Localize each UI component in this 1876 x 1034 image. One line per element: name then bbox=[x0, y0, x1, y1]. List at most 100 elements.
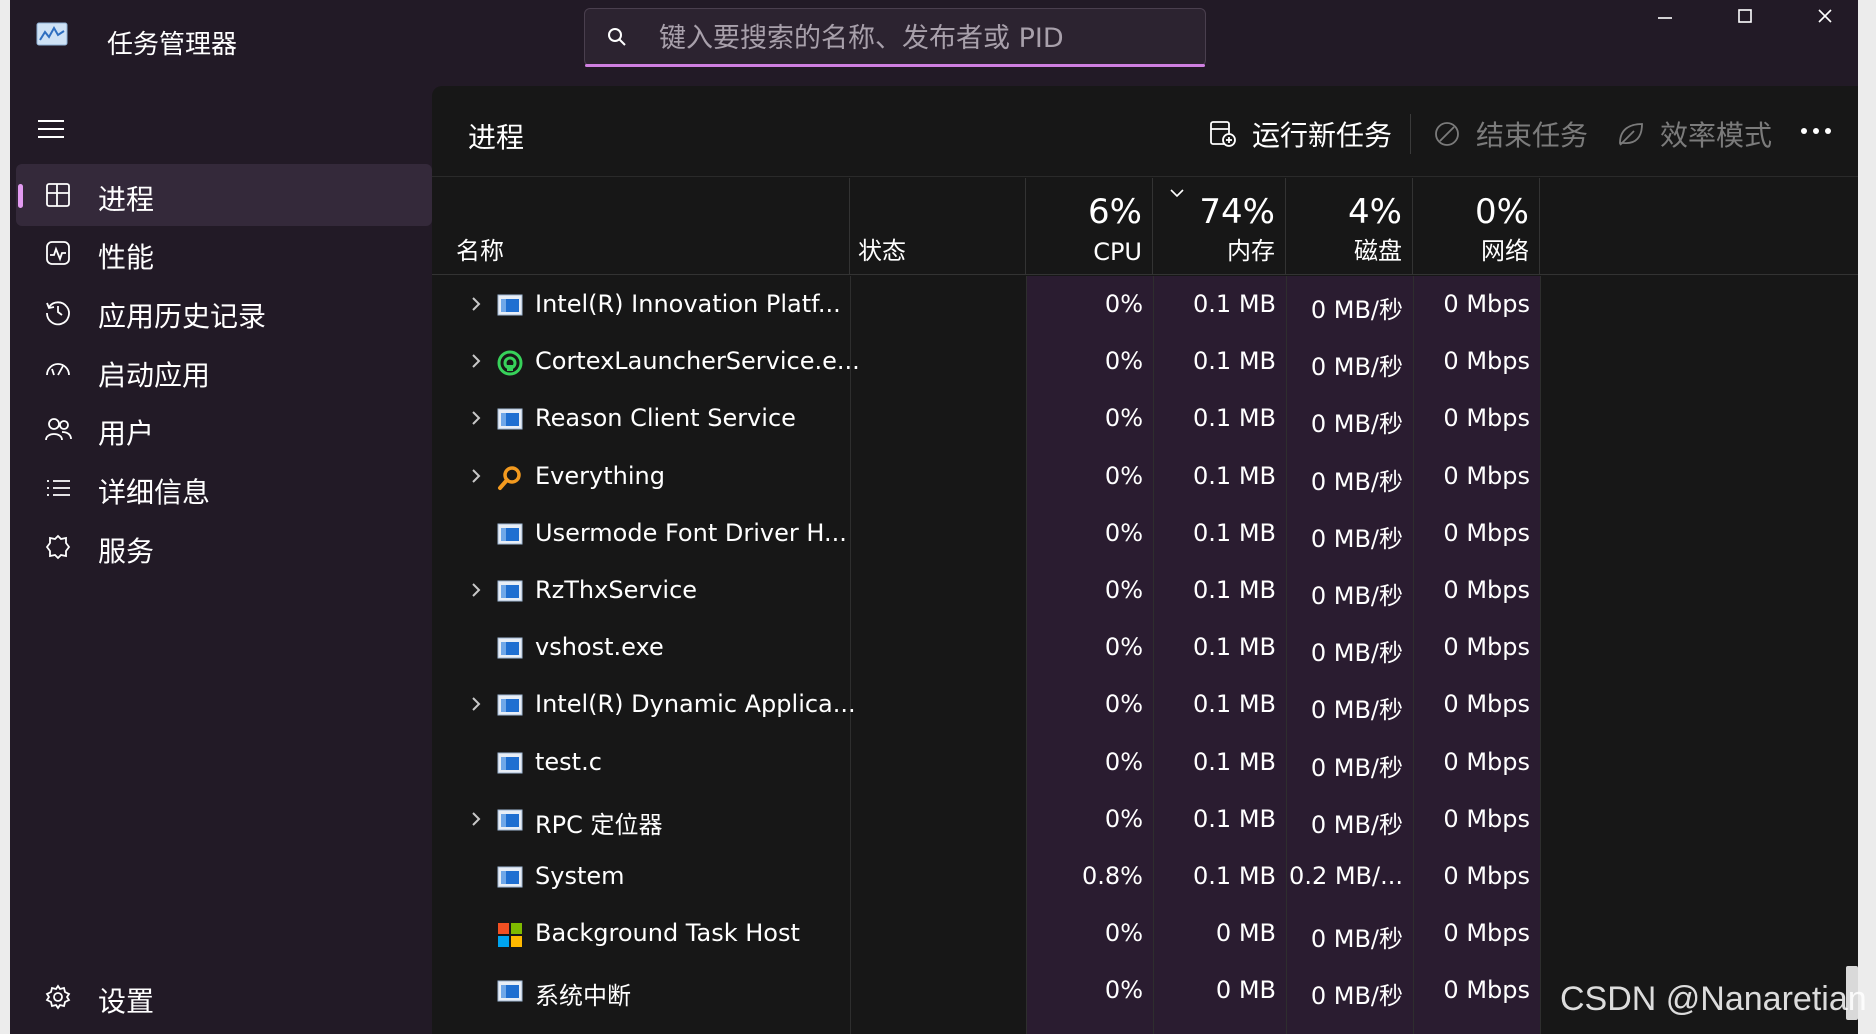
sidebar-item-label: 进程 bbox=[98, 183, 155, 216]
process-network: 0 Mbps bbox=[1443, 347, 1530, 376]
sidebar-item-details[interactable]: 详细信息 bbox=[16, 457, 432, 519]
service-icon bbox=[497, 579, 523, 603]
process-memory: 0.1 MB bbox=[1193, 347, 1276, 376]
process-row[interactable]: Usermode Font Driver H... 0% 0.1 MB 0 MB/秒 0… bbox=[432, 505, 1858, 562]
minimize-button[interactable] bbox=[1625, 0, 1705, 36]
process-row[interactable]: System 0.8% 0.1 MB 0.2 MB/... 0 Mbps bbox=[432, 848, 1858, 905]
startup-icon bbox=[44, 357, 72, 385]
process-name: Reason Client Service bbox=[535, 404, 796, 433]
services-icon bbox=[44, 533, 72, 561]
process-cpu: 0% bbox=[1104, 576, 1143, 604]
task-manager-app-icon bbox=[36, 22, 68, 48]
cpu-label: CPU bbox=[1093, 238, 1142, 266]
hamburger-menu-button[interactable] bbox=[36, 114, 66, 144]
settings-label: 设置 bbox=[98, 985, 155, 1018]
main-panel: 进程 运行新任务 结束任务 效率模式 名称 状态 6% CPU 74% 内存 4… bbox=[432, 86, 1858, 1034]
disk-total-percent: 4% bbox=[1348, 192, 1402, 232]
expand-chevron-icon[interactable] bbox=[468, 466, 484, 486]
process-memory: 0.1 MB bbox=[1193, 690, 1276, 719]
process-network: 0 Mbps bbox=[1443, 862, 1530, 890]
sort-descending-icon bbox=[1170, 189, 1184, 198]
active-indicator bbox=[18, 184, 23, 208]
maximize-icon bbox=[1738, 9, 1752, 23]
settings-button[interactable]: 设置 bbox=[16, 966, 432, 1028]
expand-chevron-icon[interactable] bbox=[468, 408, 484, 428]
process-row[interactable]: test.c 0% 0.1 MB 0 MB/秒 0 Mbps bbox=[432, 734, 1858, 791]
sidebar-item-app-history[interactable]: 应用历史记录 bbox=[16, 281, 432, 343]
expand-chevron-icon[interactable] bbox=[468, 580, 484, 600]
process-disk: 0 MB/秒 bbox=[1310, 353, 1403, 382]
process-network: 0 Mbps bbox=[1443, 919, 1530, 948]
hamburger-icon bbox=[38, 120, 64, 138]
column-header-memory[interactable]: 74% 内存 bbox=[1153, 178, 1286, 274]
sidebar-item-processes[interactable]: 进程 bbox=[16, 164, 432, 226]
process-row[interactable]: Reason Client Service 0% 0.1 MB 0 MB/秒 0 Mbp… bbox=[432, 390, 1858, 447]
sidebar-item-services[interactable]: 服务 bbox=[16, 516, 432, 578]
process-row[interactable]: RPC 定位器 0% 0.1 MB 0 MB/秒 0 Mbps bbox=[432, 791, 1858, 848]
process-disk: 0 MB/秒 bbox=[1310, 410, 1403, 439]
process-name: RzThxService bbox=[535, 576, 698, 604]
search-input[interactable] bbox=[657, 17, 1181, 59]
process-disk: 0.2 MB/... bbox=[1289, 862, 1403, 890]
windows-logo-icon bbox=[497, 922, 523, 948]
process-row[interactable]: CortexLauncherService.e... 0% 0.1 MB 0 MB/秒… bbox=[432, 333, 1858, 390]
process-row[interactable]: RzThxService 0% 0.1 MB 0 MB/秒 0 Mbps bbox=[432, 562, 1858, 619]
column-name-label: 名称 bbox=[456, 237, 504, 265]
column-header-cpu[interactable]: 6% CPU bbox=[1026, 178, 1153, 274]
close-button[interactable] bbox=[1785, 0, 1858, 34]
run-new-task-button[interactable]: 运行新任务 bbox=[1208, 114, 1392, 154]
column-header-name[interactable]: 名称 bbox=[432, 178, 850, 274]
magnifier-icon bbox=[497, 465, 523, 490]
end-task-label: 结束任务 bbox=[1476, 119, 1589, 152]
process-row[interactable]: Intel(R) Dynamic Applica... 0% 0.1 MB 0 MB/… bbox=[432, 676, 1858, 733]
service-icon bbox=[497, 751, 523, 775]
efficiency-mode-button[interactable]: 效率模式 bbox=[1616, 114, 1772, 154]
process-memory: 0.1 MB bbox=[1193, 461, 1276, 490]
process-row[interactable]: Everything 0% 0.1 MB 0 MB/秒 0 Mbps bbox=[432, 448, 1858, 505]
sidebar-item-performance[interactable]: 性能 bbox=[16, 222, 432, 284]
minimize-icon bbox=[1658, 17, 1672, 19]
maximize-button[interactable] bbox=[1705, 0, 1785, 34]
process-name: vshost.exe bbox=[535, 633, 664, 662]
run-new-task-label: 运行新任务 bbox=[1252, 119, 1393, 152]
process-name: System bbox=[535, 862, 625, 890]
process-memory: 0 MB bbox=[1215, 976, 1276, 1005]
process-row[interactable]: vshost.exe 0% 0.1 MB 0 MB/秒 0 Mbps bbox=[432, 619, 1858, 676]
expand-chevron-icon[interactable] bbox=[468, 294, 484, 314]
expand-chevron-icon[interactable] bbox=[468, 351, 484, 371]
process-disk: 0 MB/秒 bbox=[1310, 696, 1403, 725]
process-cpu: 0% bbox=[1104, 290, 1143, 318]
end-task-button[interactable]: 结束任务 bbox=[1432, 114, 1588, 154]
service-icon bbox=[497, 636, 523, 660]
column-header-status[interactable]: 状态 bbox=[850, 178, 1026, 274]
table-header: 名称 状态 6% CPU 74% 内存 4% 磁盘 0% 网络 bbox=[432, 178, 1858, 275]
sidebar-item-users[interactable]: 用户 bbox=[16, 398, 432, 460]
service-icon bbox=[497, 693, 523, 717]
process-name: 系统中断 bbox=[535, 982, 631, 1011]
process-cpu: 0% bbox=[1104, 747, 1143, 776]
process-cpu: 0% bbox=[1104, 919, 1143, 948]
process-network: 0 Mbps bbox=[1443, 690, 1530, 719]
process-row[interactable]: Intel(R) Innovation Platf... 0% 0.1 MB 0 MB… bbox=[432, 276, 1858, 333]
task-manager-window: 任务管理器 键入要搜索的名称、发布者或 PID 进程 性能 应用历史记录 启动应… bbox=[10, 0, 1858, 1034]
column-header-disk[interactable]: 4% 磁盘 bbox=[1286, 178, 1413, 274]
process-cpu: 0.8% bbox=[1082, 862, 1143, 890]
expand-chevron-icon[interactable] bbox=[468, 809, 484, 829]
sidebar-item-startup[interactable]: 启动应用 bbox=[16, 340, 432, 402]
search-box[interactable] bbox=[584, 8, 1206, 67]
process-network: 0 Mbps bbox=[1443, 290, 1530, 318]
more-options-button[interactable] bbox=[1796, 116, 1836, 146]
process-row[interactable]: Background Task Host 0% 0 MB 0 MB/秒 0 Mbps bbox=[432, 905, 1858, 962]
process-network: 0 Mbps bbox=[1443, 804, 1530, 833]
column-header-network[interactable]: 0% 网络 bbox=[1413, 178, 1540, 274]
users-icon bbox=[44, 415, 72, 443]
process-name: Intel(R) Innovation Platf... bbox=[535, 290, 841, 318]
column-status-label: 状态 bbox=[858, 237, 906, 265]
service-icon bbox=[497, 293, 523, 317]
process-table[interactable]: Intel(R) Innovation Platf... 0% 0.1 MB 0 MB… bbox=[432, 276, 1858, 1034]
more-dots-icon bbox=[1801, 128, 1831, 134]
expand-chevron-icon[interactable] bbox=[468, 694, 484, 714]
performance-icon bbox=[44, 239, 72, 267]
process-cpu: 0% bbox=[1104, 804, 1143, 833]
process-name: Usermode Font Driver H... bbox=[535, 518, 847, 547]
